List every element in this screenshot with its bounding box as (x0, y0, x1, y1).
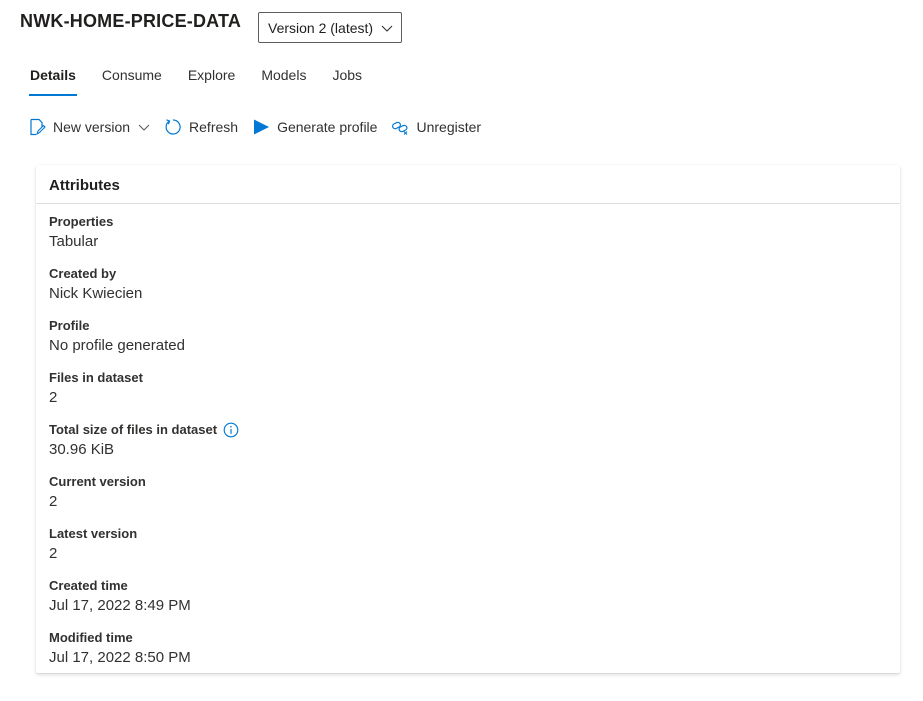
page-title: NWK-HOME-PRICE-DATA (20, 11, 242, 31)
new-version-button[interactable]: New version (28, 118, 150, 136)
attribute-label: Latest version (49, 526, 138, 541)
attribute-value: No profile generated (49, 337, 185, 354)
unregister-label: Unregister (416, 119, 482, 135)
generate-profile-button[interactable]: Generate profile (252, 118, 377, 136)
attribute-created-time: Created time Jul 17, 2022 8:49 PM (49, 577, 887, 629)
tab-details[interactable]: Details (20, 64, 86, 96)
chevron-down-icon (381, 25, 393, 32)
attribute-created-by: Created by Nick Kwiecien (49, 265, 887, 317)
tab-models[interactable]: Models (251, 64, 316, 96)
attribute-latest-version: Latest version 2 (49, 525, 887, 577)
attribute-label: Properties (49, 214, 114, 229)
attributes-list: Properties Tabular Created by Nick Kwiec… (36, 204, 900, 681)
attribute-label: Created by (49, 266, 117, 281)
new-version-label: New version (53, 119, 131, 135)
tab-consume[interactable]: Consume (92, 64, 172, 96)
attributes-card: Attributes Properties Tabular Created by… (36, 165, 900, 673)
attribute-total-size: Total size of files in dataset 30.96 KiB (49, 421, 887, 473)
attribute-value: 30.96 KiB (49, 441, 115, 458)
tab-bar: Details Consume Explore Models Jobs (20, 64, 378, 96)
attribute-label-row: Total size of files in dataset (49, 421, 887, 438)
attribute-value: Nick Kwiecien (49, 285, 143, 302)
attribute-current-version: Current version 2 (49, 473, 887, 525)
attribute-modified-time: Modified time Jul 17, 2022 8:50 PM (49, 629, 887, 681)
attribute-label: Total size of files in dataset (49, 422, 218, 437)
refresh-icon (164, 118, 182, 136)
attribute-label: Current version (49, 474, 146, 489)
command-bar: New version Refresh Generate profile Unr… (28, 116, 495, 138)
version-dropdown-value: Version 2 (latest) (268, 19, 374, 36)
refresh-label: Refresh (189, 119, 239, 135)
info-icon[interactable] (223, 422, 239, 438)
attribute-label: Files in dataset (49, 370, 143, 385)
refresh-button[interactable]: Refresh (164, 118, 238, 136)
attribute-value: Jul 17, 2022 8:49 PM (49, 597, 191, 614)
tab-explore[interactable]: Explore (178, 64, 245, 96)
attribute-profile: Profile No profile generated (49, 317, 887, 369)
tab-jobs[interactable]: Jobs (322, 64, 372, 96)
attribute-value: Jul 17, 2022 8:50 PM (49, 649, 191, 666)
attribute-label: Created time (49, 578, 128, 593)
attributes-card-title: Attributes (36, 165, 900, 204)
attribute-value: 2 (49, 545, 58, 562)
play-icon (252, 118, 270, 136)
attribute-value: 2 (49, 493, 58, 510)
generate-profile-label: Generate profile (277, 119, 378, 135)
attribute-label: Profile (49, 318, 90, 333)
unlink-icon (391, 118, 409, 136)
attribute-label: Modified time (49, 630, 133, 645)
attribute-value: Tabular (49, 233, 99, 250)
unregister-button[interactable]: Unregister (391, 118, 481, 136)
chevron-down-icon[interactable] (138, 121, 150, 133)
attribute-value: 2 (49, 389, 58, 406)
attribute-properties: Properties Tabular (49, 213, 887, 265)
attribute-files-in-dataset: Files in dataset 2 (49, 369, 887, 421)
version-dropdown[interactable]: Version 2 (latest) (258, 12, 402, 43)
edit-document-icon (28, 118, 46, 136)
